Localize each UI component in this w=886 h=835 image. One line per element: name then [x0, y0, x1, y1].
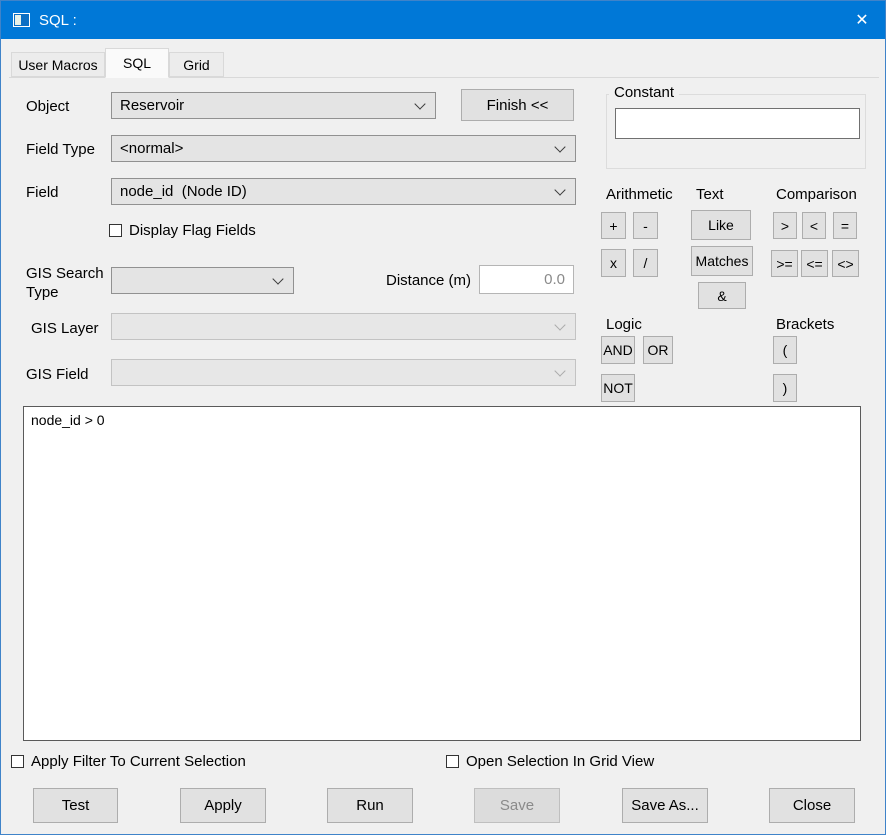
apply-button[interactable]: Apply: [180, 788, 266, 823]
checkbox-box[interactable]: [11, 755, 24, 768]
window-title: SQL :: [39, 12, 77, 29]
gt-button[interactable]: >: [773, 212, 797, 239]
open-paren-button[interactable]: (: [773, 336, 797, 364]
gis-field-label: GIS Field: [26, 366, 89, 383]
gis-layer-dropdown: [111, 313, 576, 340]
window-titlebar[interactable]: SQL : ✕: [1, 1, 885, 39]
sql-dialog-window: SQL : ✕ User Macros SQL Grid Object Rese…: [0, 0, 886, 835]
display-flag-label: Display Flag Fields: [129, 222, 256, 239]
object-label: Object: [26, 98, 69, 115]
close-dialog-button[interactable]: Close: [769, 788, 855, 823]
eq-button[interactable]: =: [833, 212, 857, 239]
field-label: Field: [26, 184, 59, 201]
sql-editor[interactable]: node_id > 0: [23, 406, 861, 741]
run-button[interactable]: Run: [327, 788, 413, 823]
apply-filter-checkbox[interactable]: Apply Filter To Current Selection: [11, 753, 246, 770]
ne-button[interactable]: <>: [832, 250, 859, 277]
like-button[interactable]: Like: [691, 210, 751, 240]
chevron-down-icon: [414, 98, 425, 109]
minus-button[interactable]: -: [633, 212, 658, 239]
not-button[interactable]: NOT: [601, 374, 635, 402]
tab-user-macros[interactable]: User Macros: [11, 52, 105, 77]
text-ops-label: Text: [696, 186, 724, 203]
object-dropdown[interactable]: Reservoir: [111, 92, 436, 119]
distance-input[interactable]: [479, 265, 574, 294]
save-as-button[interactable]: Save As...: [622, 788, 708, 823]
logic-label: Logic: [606, 316, 642, 333]
chevron-down-icon: [554, 184, 565, 195]
save-button: Save: [474, 788, 560, 823]
gis-search-type-label: GIS SearchType: [26, 264, 104, 302]
tab-grid[interactable]: Grid: [169, 52, 224, 77]
checkbox-box[interactable]: [109, 224, 122, 237]
distance-label: Distance (m): [386, 272, 471, 289]
brackets-label: Brackets: [776, 316, 834, 333]
ampersand-button[interactable]: &: [698, 282, 746, 309]
app-icon: [13, 13, 30, 27]
finish-button[interactable]: Finish <<: [461, 89, 574, 121]
gis-layer-label: GIS Layer: [31, 320, 99, 337]
gis-field-dropdown: [111, 359, 576, 386]
apply-filter-label: Apply Filter To Current Selection: [31, 753, 246, 770]
close-paren-button[interactable]: ): [773, 374, 797, 402]
checkbox-box[interactable]: [446, 755, 459, 768]
arithmetic-label: Arithmetic: [606, 186, 673, 203]
test-button[interactable]: Test: [33, 788, 118, 823]
chevron-down-icon: [554, 141, 565, 152]
constant-input[interactable]: [615, 108, 860, 139]
or-button[interactable]: OR: [643, 336, 673, 364]
multiply-button[interactable]: x: [601, 249, 626, 277]
chevron-down-icon: [272, 273, 283, 284]
chevron-down-icon: [554, 319, 565, 330]
gis-search-type-dropdown[interactable]: [111, 267, 294, 294]
close-icon[interactable]: ✕: [839, 1, 885, 39]
lte-button[interactable]: <=: [801, 250, 828, 277]
display-flag-checkbox[interactable]: Display Flag Fields: [109, 222, 256, 239]
lt-button[interactable]: <: [802, 212, 826, 239]
constant-groupbox: Constant: [606, 94, 866, 169]
field-type-dropdown[interactable]: <normal>: [111, 135, 576, 162]
matches-button[interactable]: Matches: [691, 246, 753, 276]
open-selection-checkbox[interactable]: Open Selection In Grid View: [446, 753, 654, 770]
comparison-label: Comparison: [776, 186, 857, 203]
gte-button[interactable]: >=: [771, 250, 798, 277]
tab-sql[interactable]: SQL: [105, 48, 169, 78]
and-button[interactable]: AND: [601, 336, 635, 364]
divide-button[interactable]: /: [633, 249, 658, 277]
field-type-label: Field Type: [26, 141, 95, 158]
chevron-down-icon: [554, 365, 565, 376]
open-selection-label: Open Selection In Grid View: [466, 753, 654, 770]
plus-button[interactable]: +: [601, 212, 626, 239]
constant-label: Constant: [609, 84, 679, 101]
field-dropdown[interactable]: node_id (Node ID): [111, 178, 576, 205]
